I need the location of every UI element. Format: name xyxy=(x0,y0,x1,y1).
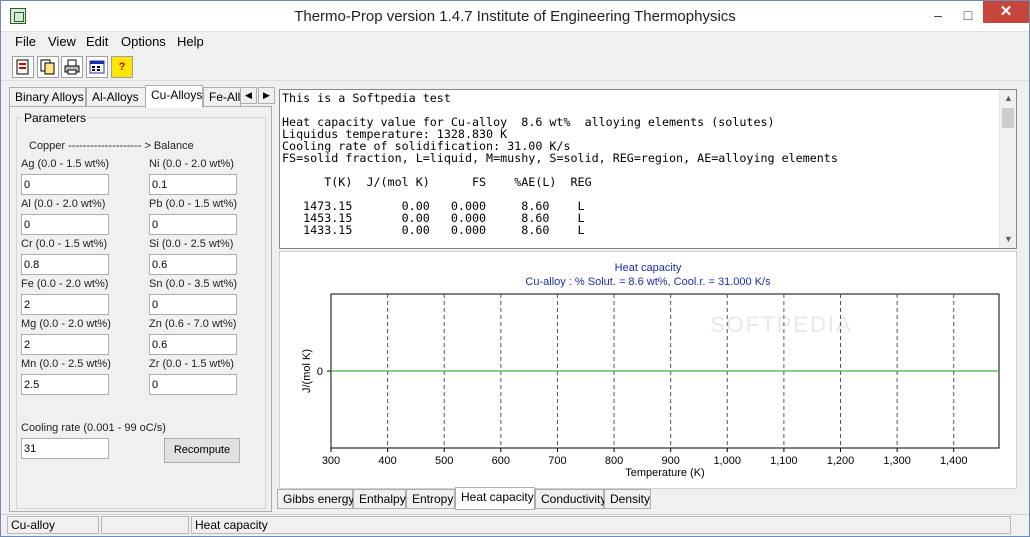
minimize-button[interactable]: – xyxy=(923,1,953,31)
x-tick-label: 1,400 xyxy=(940,455,968,467)
y-tick-label: 0 xyxy=(317,366,323,378)
print-icon xyxy=(64,59,80,75)
menu-help[interactable]: Help xyxy=(177,34,204,49)
parameters-panel: Parameters Copper -------------------- >… xyxy=(9,106,272,512)
recompute-button[interactable]: Recompute xyxy=(164,438,240,463)
open-report-button[interactable] xyxy=(12,56,34,78)
al-label: Al (0.0 - 2.0 wt%) xyxy=(21,198,106,210)
ni-input[interactable] xyxy=(149,174,237,195)
status-alloy: Cu-alloy xyxy=(7,516,99,534)
help-icon: ? xyxy=(118,61,126,73)
help-button[interactable]: ? xyxy=(111,56,133,78)
cooling-rate-input[interactable] xyxy=(21,438,109,459)
status-bar: Cu-alloy Heat capacity xyxy=(1,514,1029,536)
si-input[interactable] xyxy=(149,254,237,275)
scroll-up-icon[interactable]: ▲ xyxy=(1000,90,1017,107)
al-input[interactable] xyxy=(21,214,109,235)
menu-edit[interactable]: Edit xyxy=(86,34,108,49)
x-axis-label: Temperature (K) xyxy=(625,467,704,479)
open-report-icon xyxy=(16,59,29,75)
menu-options[interactable]: Options xyxy=(121,34,166,49)
mn-label: Mn (0.0 - 2.5 wt%) xyxy=(21,358,111,370)
tab-gibbs-energy[interactable]: Gibbs energy xyxy=(277,489,354,509)
scroll-thumb[interactable] xyxy=(1002,108,1014,128)
heat-capacity-chart: SOFTPEDIA 300 400 500 600 700 800 900 1,000 1,100… xyxy=(301,293,1000,479)
cr-label: Cr (0.0 - 1.5 wt%) xyxy=(21,238,108,250)
x-tick-label: 300 xyxy=(322,455,340,467)
x-tick-label: 1,200 xyxy=(827,455,855,467)
tab-al-alloys[interactable]: Al-Alloys xyxy=(86,87,146,107)
window-title: Thermo-Prop version 1.4.7 Institute of E… xyxy=(294,8,736,25)
sn-input[interactable] xyxy=(149,294,237,315)
fe-label: Fe (0.0 - 2.0 wt%) xyxy=(21,278,109,290)
results-text: This is a Softpedia test Heat capacity v… xyxy=(282,91,838,237)
maximize-button[interactable]: □ xyxy=(953,1,983,31)
ag-label: Ag (0.0 - 1.5 wt%) xyxy=(21,158,110,170)
copy-button[interactable] xyxy=(37,56,59,78)
zr-label: Zr (0.0 - 1.5 wt%) xyxy=(149,358,234,370)
x-tick-label: 400 xyxy=(378,455,396,467)
x-tick-label: 1,300 xyxy=(883,455,911,467)
tab-fe-alloys[interactable]: Fe-Allo xyxy=(203,87,241,107)
tab-scroll-left-button[interactable]: ◀ xyxy=(240,87,257,104)
app-window: Thermo-Prop version 1.4.7 Institute of E… xyxy=(0,0,1030,537)
mg-input[interactable] xyxy=(21,334,109,355)
tab-scroll-right-button[interactable]: ▶ xyxy=(258,87,275,104)
alloy-tabs: Binary Alloys Al-Alloys Cu-Alloys Fe-All… xyxy=(9,85,275,108)
calculator-button[interactable] xyxy=(86,56,108,78)
menu-view[interactable]: View xyxy=(48,34,76,49)
pb-input[interactable] xyxy=(149,214,237,235)
ag-input[interactable] xyxy=(21,174,109,195)
watermark-text: SOFTPEDIA xyxy=(710,312,853,337)
tab-entropy[interactable]: Entropy xyxy=(406,489,455,509)
print-button[interactable] xyxy=(61,56,83,78)
parameters-legend: Parameters xyxy=(22,111,89,125)
status-empty xyxy=(101,516,189,534)
base-element-label: Copper -------------------- > Balance xyxy=(29,140,194,152)
calculator-icon xyxy=(89,60,105,74)
tab-enthalpy[interactable]: Enthalpy xyxy=(353,489,406,509)
si-label: Si (0.0 - 2.5 wt%) xyxy=(149,238,234,250)
mg-label: Mg (0.0 - 2.0 wt%) xyxy=(21,318,111,330)
close-button[interactable]: ✕ xyxy=(983,1,1029,23)
tab-cu-alloys[interactable]: Cu-Alloys xyxy=(145,85,203,108)
tab-heat-capacity[interactable]: Heat capacity xyxy=(455,487,535,510)
title-bar: Thermo-Prop version 1.4.7 Institute of E… xyxy=(1,1,1029,32)
x-tick-label: 1,000 xyxy=(714,455,742,467)
tab-binary-alloys[interactable]: Binary Alloys xyxy=(9,87,86,107)
chart-panel: Heat capacity Cu-alloy : % Solut. = 8.6 … xyxy=(279,251,1017,489)
parameters-group: Parameters Copper -------------------- >… xyxy=(16,111,266,509)
x-tick-label: 500 xyxy=(435,455,453,467)
ni-label: Ni (0.0 - 2.0 wt%) xyxy=(149,158,234,170)
menu-bar: File View Edit Options Help xyxy=(1,32,1029,52)
menu-file[interactable]: File xyxy=(15,34,36,49)
mn-input[interactable] xyxy=(21,374,109,395)
pb-label: Pb (0.0 - 1.5 wt%) xyxy=(149,198,238,210)
zn-label: Zn (0.6 - 7.0 wt%) xyxy=(149,318,237,330)
x-tick-label: 800 xyxy=(605,455,623,467)
x-tick-label: 700 xyxy=(548,455,566,467)
y-axis-label: J/(mol K) xyxy=(301,349,313,393)
toolbar: ? xyxy=(1,53,1029,81)
results-scrollbar[interactable]: ▲ ▼ xyxy=(999,90,1016,248)
cooling-rate-label: Cooling rate (0.001 - 99 oC/s) xyxy=(21,422,166,434)
x-tick-label: 1,100 xyxy=(770,455,798,467)
tab-conductivity[interactable]: Conductivity xyxy=(535,489,606,509)
sn-label: Sn (0.0 - 3.5 wt%) xyxy=(149,278,238,290)
tab-density[interactable]: Density xyxy=(604,489,651,509)
scroll-down-icon[interactable]: ▼ xyxy=(1000,231,1017,248)
copy-icon xyxy=(40,59,55,75)
zr-input[interactable] xyxy=(149,374,237,395)
fe-input[interactable] xyxy=(21,294,109,315)
x-tick-label: 900 xyxy=(661,455,679,467)
status-property: Heat capacity xyxy=(191,516,1011,534)
cr-input[interactable] xyxy=(21,254,109,275)
results-text-area[interactable]: This is a Softpedia test Heat capacity v… xyxy=(279,89,1017,249)
x-tick-label: 600 xyxy=(492,455,510,467)
zn-input[interactable] xyxy=(149,334,237,355)
